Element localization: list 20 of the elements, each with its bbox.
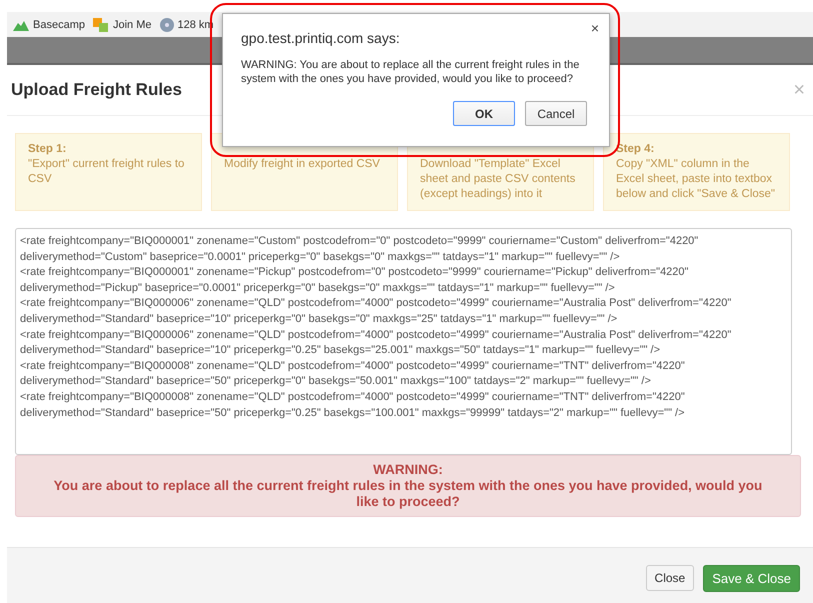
modal-title: Upload Freight Rules (11, 80, 182, 100)
step-text: Download "Template" Excel sheet and paste CSV contents (except headings) into it (420, 158, 576, 200)
xml-text-field[interactable]: <rate freightcompany="BIQ000001" zonename="Custom" postcodefrom="0" postcodeto="9999" couriername="Custom" deliverfrom="4220" deliverymethod="Custom" baseprice="0.0001" priceperkg="0" basekgs="0" maxkgs="" tatdays="1" markup="" fuellevy="" /> <rate freightcompany="BIQ000001" zonename="Pickup" postcodefrom="0" postcodeto="9999" couriername="Pickup" deliverfrom="4220" deliverymethod="Pickup" baseprice="0.0001" priceperkg="0" basekgs="0" maxkgs="" tatdays="1" markup="" fuellevy="" /> <rate freightcompany="BIQ000006" zonename="QLD" postcodefrom="4000" postcodeto="4999" couriername="Australia Post" deliverfrom="4220" deliverymethod="Standard" baseprice="10" priceperkg="0" basekgs="0" maxkgs="25" tatdays="1" markup="" fuellevy="" /> <rate freightcompany="BIQ000006" zonename="QLD" postcodefrom="4000" postcodeto="4999" couriername="Australia Post" deliverfrom="4220" deliverymethod="Standard" baseprice="10" priceperkg="0.25" basekgs="25.001" maxkgs="50" tatdays="1" markup="" fuellevy="" /> <rate freightcompany="BIQ000008" zonename="QLD" postcodefrom="4000" postcodeto="4999" couriername="TNT" deliverfrom="4220" deliverymethod="Standard" baseprice="50" priceperkg="0" basekgs="50.001" maxkgs="100" tatdays="2" markup="" fuellevy="" /> <rate freightcompany="BIQ000008" zonename="QLD" postcodefrom="4000" postcodeto="4999" couriername="TNT" deliverfrom="4220" deliverymethod="Standard" baseprice="50" priceperkg="0.25" basekgs="100.001" maxkgs="99999" tatdays="2" markup="" fuellevy="" /> (15, 228, 792, 455)
cancel-button[interactable]: Cancel (525, 101, 587, 126)
close-button[interactable]: Close (646, 565, 694, 591)
squares-icon (92, 18, 109, 32)
warning-heading: WARNING: (372, 462, 444, 478)
step-text: Modify freight in exported CSV (224, 158, 380, 170)
warning-text: You are about to replace all the current freight rules in the system with the ones you have provided, would you like to proceed? (52, 478, 764, 510)
step-text: "Export" current freight rules to CSV (28, 158, 184, 185)
dialog-title: gpo.test.printiq.com says: (241, 30, 401, 46)
close-icon[interactable]: × (590, 20, 599, 36)
bookmark-link[interactable]: Basecamp (33, 18, 85, 30)
dialog-message: WARNING: You are about to replace all the current freight rules in the system with the ones you have provided, would you like to proceed? (241, 58, 580, 86)
ok-button[interactable]: OK (453, 101, 515, 126)
mountain-icon (13, 18, 29, 30)
disc-icon (160, 18, 174, 32)
step-text: Copy "XML" column in the Excel sheet, paste into textbox below and click "Save & Close" (616, 158, 776, 200)
step-heading: Step 1: (28, 142, 68, 157)
bookmark-link[interactable]: Join Me (112, 18, 152, 30)
